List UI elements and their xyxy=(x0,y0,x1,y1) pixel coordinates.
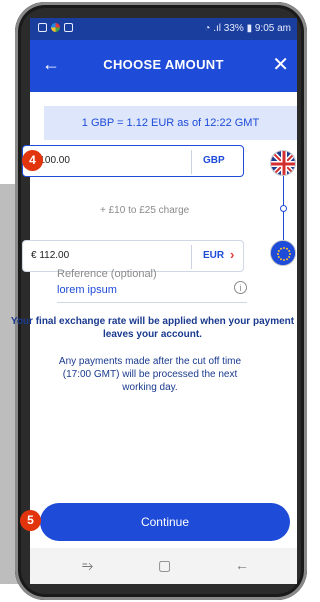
send-currency: GBP xyxy=(203,155,225,166)
step-badge-5: 5 xyxy=(20,510,41,531)
reference-underline xyxy=(57,302,247,303)
android-nav-bar: ⥱ ▢ ← xyxy=(30,548,297,584)
app-notification-icon xyxy=(51,23,60,32)
gallery-icon xyxy=(64,23,73,32)
message-icon xyxy=(38,23,47,32)
home-icon[interactable]: ▢ xyxy=(158,557,171,574)
currency-divider xyxy=(191,245,192,269)
close-icon[interactable]: ✕ xyxy=(272,52,289,77)
exchange-rate-notice: Your final exchange rate will be applied… xyxy=(10,316,295,340)
currency-divider xyxy=(191,150,192,174)
page-title: CHOOSE AMOUNT xyxy=(103,57,224,72)
status-right: ◔ .ıl 33% ▮ 9:05 am xyxy=(204,23,291,34)
info-icon[interactable]: i xyxy=(234,281,247,294)
continue-button[interactable]: Continue xyxy=(40,503,290,541)
uk-flag-icon xyxy=(270,150,296,176)
receive-currency-selector[interactable]: EUR xyxy=(203,250,224,261)
recent-apps-icon[interactable]: ⥱ xyxy=(82,557,93,574)
status-bar: ◔ .ıl 33% ▮ 9:05 am xyxy=(30,18,297,40)
charge-text: + £10 to £25 charge xyxy=(100,205,190,216)
cutoff-time-notice: Any payments made after the cut off time… xyxy=(58,356,242,393)
reference-input[interactable]: lorem ipsum xyxy=(57,284,117,296)
send-amount-field[interactable]: £ 100.00 GBP xyxy=(22,145,244,177)
step-badge-4: 4 xyxy=(22,150,43,171)
receive-amount-value[interactable]: € 112.00 xyxy=(31,250,69,261)
chevron-right-icon[interactable]: › xyxy=(230,247,234,262)
reference-label: Reference (optional) xyxy=(57,268,157,280)
eu-flag-icon xyxy=(270,240,296,266)
nav-back-icon[interactable]: ← xyxy=(235,557,249,573)
exchange-rate-banner: 1 GBP = 1.12 EUR as of 12:22 GMT xyxy=(44,106,297,140)
notification-icons xyxy=(38,23,73,32)
conversion-connector-dot xyxy=(280,205,287,212)
app-header: ← CHOOSE AMOUNT ✕ xyxy=(30,40,297,92)
